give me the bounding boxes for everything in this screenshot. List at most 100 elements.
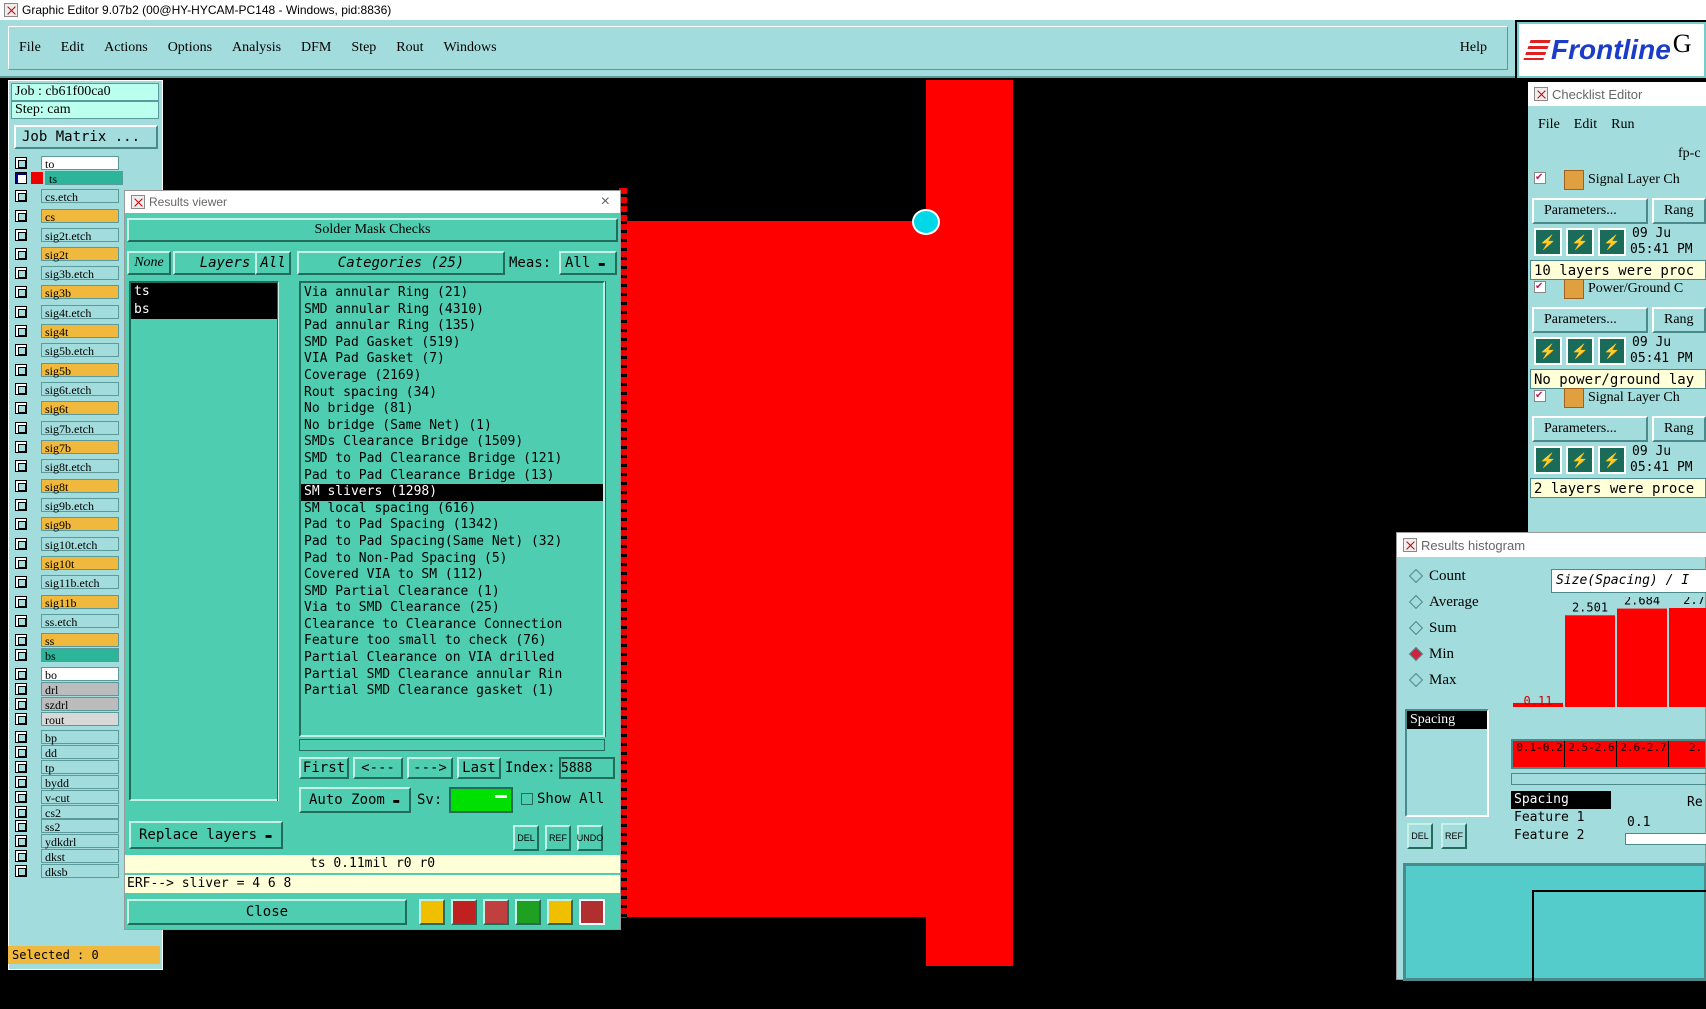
none-button[interactable]: None	[127, 251, 171, 275]
layer-checkbox[interactable]	[15, 760, 27, 773]
next-button[interactable]: --->	[407, 757, 453, 779]
layer-checkbox[interactable]	[15, 498, 27, 511]
layer-checkbox[interactable]	[15, 421, 27, 434]
category-scrollbar[interactable]	[605, 281, 619, 737]
layer-checkbox[interactable]	[15, 745, 27, 758]
parameters-button[interactable]: Parameters...	[1532, 198, 1648, 224]
check-label[interactable]: Power/Ground C	[1588, 281, 1683, 297]
layer-name[interactable]: dkst	[41, 848, 119, 864]
layer-row[interactable]: ss.etch	[15, 613, 119, 629]
layer-row[interactable]: sig4t	[15, 323, 119, 339]
layer-checkbox[interactable]	[15, 697, 27, 710]
check-enable-checkbox[interactable]: ✔	[1534, 281, 1546, 293]
histogram-delete-button[interactable]: DEL	[1407, 823, 1433, 849]
layer-checkbox[interactable]	[15, 682, 27, 695]
layer-row[interactable]: dd	[15, 744, 119, 760]
category-item[interactable]: Via annular Ring (21)	[301, 285, 603, 302]
layer-row[interactable]: sig3b.etch	[15, 265, 119, 281]
layer-row[interactable]: sig2t.etch	[15, 227, 119, 243]
menu-edit[interactable]: Edit	[61, 40, 84, 56]
histogram-category-label[interactable]: 2.6-2.7	[1619, 741, 1669, 767]
layer-name[interactable]: ss	[41, 632, 119, 648]
layer-name[interactable]: tp	[41, 759, 119, 775]
layer-scrollbar[interactable]	[277, 281, 289, 801]
detail-feature-2[interactable]: Feature 2	[1511, 827, 1611, 845]
layer-checkbox[interactable]	[15, 479, 27, 492]
layer-row[interactable]: sig11b	[15, 594, 119, 610]
layer-row[interactable]: bo	[15, 666, 119, 682]
layer-checkbox[interactable]	[15, 343, 27, 356]
layer-checkbox[interactable]	[15, 790, 27, 803]
parameters-button[interactable]: Parameters...	[1532, 416, 1648, 442]
layer-result-item[interactable]: bs	[131, 301, 277, 319]
layer-checkbox[interactable]	[15, 864, 27, 877]
range-button[interactable]: Rang	[1652, 416, 1706, 442]
category-item[interactable]: Feature too small to check (76)	[301, 633, 603, 650]
layer-row[interactable]: v-cut	[15, 789, 119, 805]
run-icon[interactable]: ⚡	[1598, 228, 1626, 256]
category-item[interactable]: No bridge (81)	[301, 401, 603, 418]
category-item[interactable]: SMDs Clearance Bridge (1509)	[301, 434, 603, 451]
layer-row[interactable]: sig3b	[15, 284, 119, 300]
category-item[interactable]: Pad to Pad Spacing(Same Net) (32)	[301, 534, 603, 551]
layer-row[interactable]: sig6t.etch	[15, 381, 119, 397]
tool-icon-1[interactable]	[419, 899, 445, 925]
all-button[interactable]: All	[255, 251, 291, 275]
layer-name[interactable]: sig10t	[41, 555, 119, 571]
layer-name[interactable]: sig3b	[41, 284, 119, 300]
tool-icon-4[interactable]	[515, 899, 541, 925]
layer-checkbox[interactable]	[15, 266, 27, 279]
layer-row[interactable]: cs	[15, 208, 119, 224]
layer-row[interactable]: sig4t.etch	[15, 304, 119, 320]
layer-row[interactable]: to	[15, 155, 119, 171]
layer-checkbox[interactable]	[15, 459, 27, 472]
histogram-category-label[interactable]: 2.5-2.6	[1567, 741, 1617, 767]
category-item[interactable]: Pad annular Ring (135)	[301, 318, 603, 335]
ref-tool-button[interactable]: REF	[545, 825, 571, 851]
histogram-ref-button[interactable]: REF	[1441, 823, 1467, 849]
layer-checkbox[interactable]	[15, 595, 27, 608]
layer-row[interactable]: dksb	[15, 863, 119, 879]
prev-button[interactable]: <---	[353, 757, 403, 779]
layer-name[interactable]: sig10t.etch	[41, 536, 119, 552]
measure-list[interactable]: Spacing	[1405, 709, 1489, 817]
check-enable-checkbox[interactable]: ✔	[1534, 172, 1546, 184]
layer-name[interactable]: sig6t.etch	[41, 381, 119, 397]
menu-help[interactable]: Help	[1460, 40, 1487, 56]
layer-checkbox[interactable]	[15, 556, 27, 569]
close-icon[interactable]: ×	[601, 193, 610, 211]
layer-name[interactable]: sig3b.etch	[41, 265, 119, 281]
run-icon[interactable]: ⚡	[1534, 228, 1562, 256]
layer-name[interactable]: sig6t	[41, 400, 119, 416]
layer-row[interactable]: sig5b.etch	[15, 342, 119, 358]
check-label[interactable]: Signal Layer Ch	[1588, 390, 1680, 406]
layer-name[interactable]: to	[41, 155, 119, 171]
category-item[interactable]: No bridge (Same Net) (1)	[301, 418, 603, 435]
layer-name[interactable]: sig9b.etch	[41, 497, 119, 513]
category-item[interactable]: Clearance to Clearance Connection	[301, 617, 603, 634]
category-item[interactable]: Pad to Non-Pad Spacing (5)	[301, 551, 603, 568]
histogram-tool-icon[interactable]	[579, 899, 605, 925]
job-matrix-button[interactable]: Job Matrix ...	[14, 125, 158, 149]
layer-name[interactable]: dd	[41, 744, 119, 760]
layer-checkbox[interactable]	[15, 228, 27, 241]
aggregate-option[interactable]: Average	[1401, 589, 1505, 615]
layer-name[interactable]: sig7b.etch	[41, 420, 119, 436]
category-item[interactable]: Covered VIA to SM (112)	[301, 567, 603, 584]
layer-name[interactable]: sig4t	[41, 323, 119, 339]
histogram-category-label[interactable]: 0.1-0.2	[1515, 741, 1565, 767]
layer-name[interactable]: bydd	[41, 774, 119, 790]
category-item[interactable]: Coverage (2169)	[301, 368, 603, 385]
layer-checkbox[interactable]	[15, 247, 27, 260]
layer-name[interactable]: sig2t.etch	[41, 227, 119, 243]
histogram-category-label[interactable]: 2.	[1671, 741, 1706, 767]
tool-icon-2[interactable]	[451, 899, 477, 925]
category-item[interactable]: SM slivers (1298)	[301, 484, 603, 501]
close-button[interactable]: Close	[127, 899, 407, 925]
layer-row[interactable]: sig7b	[15, 439, 119, 455]
layer-name[interactable]: sig8t	[41, 478, 119, 494]
replace-layers-dropdown[interactable]: Replace layers ▬	[129, 821, 283, 849]
category-item[interactable]: SM local spacing (616)	[301, 501, 603, 518]
menu-options[interactable]: Options	[168, 40, 212, 56]
layer-row[interactable]: sig2t	[15, 246, 119, 262]
